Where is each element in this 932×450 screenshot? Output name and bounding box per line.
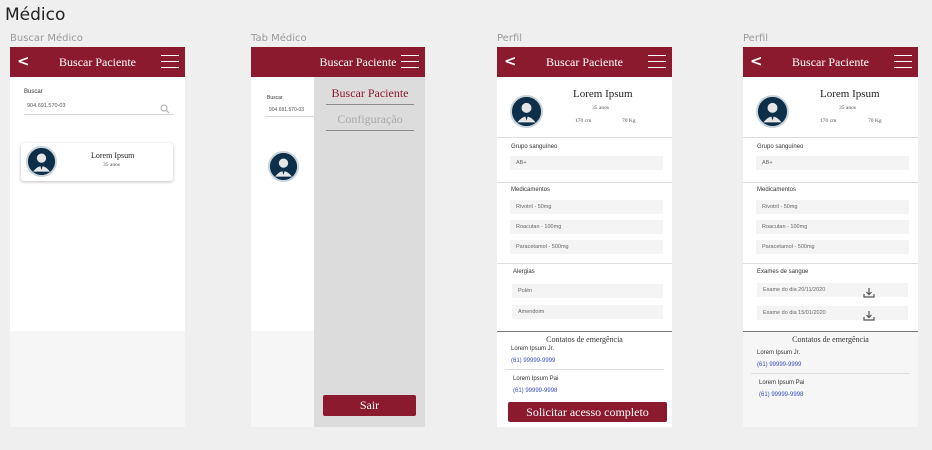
user-avatar-icon [26,146,57,177]
screen-background [10,331,185,427]
drawer-item-configuracao[interactable]: Configuração [326,112,414,131]
patient-weight: 70 Kg [622,118,636,124]
user-avatar-icon [756,95,789,128]
patient-weight: 70 Kg [868,118,882,124]
divider [505,369,664,370]
app-bar: < Buscar Paciente [497,47,672,77]
screen-perfil-paciente: < Buscar Paciente Lorem Ipsum 35 anos 17… [497,47,672,427]
app-bar-title: Buscar Paciente [546,55,623,69]
patient-age: 35 anos [103,162,120,168]
medication-item: Rivotril - 50mg [510,200,663,214]
medications-label: Medicamentos [511,187,551,193]
emergency-contacts-title: Contatos de emergência [792,335,869,344]
blood-group-value: AB+ [510,156,663,170]
app-bar-title: Buscar Paciente [59,55,136,69]
medication-item: Paracetamol - 500mg [756,240,909,254]
divider [497,263,672,264]
patient-height: 170 cm [820,118,837,124]
blood-exams-label: Exames de sangue [757,269,809,275]
app-bar: Buscar Paciente [251,47,425,77]
blood-group-value: AB+ [756,156,909,170]
frame-label-perfil: Perfil [497,33,523,44]
emergency-contact-name: Lorem Ipsum Jr. [757,350,801,356]
download-icon[interactable] [863,308,875,321]
divider [743,263,918,264]
patient-age: 35 anos [839,105,856,111]
search-input-value: 904.691.570-03 [269,107,305,113]
blood-exam-item[interactable]: Exame do dia 20/11/2020 [757,283,908,297]
allergy-item: Polén [512,284,663,298]
emergency-contact-phone[interactable]: (61) 99999-9998 [513,388,557,394]
exit-button[interactable]: Sair [323,395,416,416]
emergency-contact-phone[interactable]: (61) 99999-9999 [757,362,801,368]
patient-age: 35 anos [592,105,609,111]
screen-buscar-medico: < Buscar Paciente Buscar 904.691.570-03 … [10,47,185,427]
emergency-contact-name: Lorem Ipsum Pai [759,380,805,386]
request-full-access-button[interactable]: Solicitar acesso completo [508,402,667,422]
search-input-value: 904.691.570-03 [27,103,66,109]
medication-item: Paracetamol - 500mg [510,240,663,254]
divider [751,373,910,374]
hamburger-menu-icon[interactable] [894,55,912,68]
emergency-contact-phone[interactable]: (61) 99999-9999 [511,358,555,364]
patient-height: 170 cm [575,118,592,124]
hamburger-menu-icon[interactable] [161,55,179,68]
emergency-contact-name: Lorem Ipsum Jr. [511,346,555,352]
search-icon[interactable] [160,101,170,114]
medications-label: Medicamentos [757,187,797,193]
divider [497,137,672,138]
allergy-item: Amendoim [512,305,663,319]
medication-item: Roacutan - 100mg [756,220,909,234]
drawer-item-buscar-paciente[interactable]: Buscar Paciente [326,86,414,105]
emergency-contacts-title: Contatos de emergência [546,335,623,344]
frame-label-buscar-medico: Buscar Médico [10,33,83,44]
patient-name: Lorem Ipsum [820,88,880,100]
blood-group-label: Grupo sanguíneo [511,144,558,150]
screen-tab-medico: Buscar Paciente Buscar 904.691.570-03 Bu… [251,47,425,427]
app-bar: < Buscar Paciente [743,47,918,77]
search-input[interactable]: 904.691.570-03 [24,99,174,115]
divider [497,331,672,332]
emergency-contact-phone[interactable]: (61) 99999-9998 [759,392,803,398]
patient-name: Lorem Ipsum [573,88,633,100]
allergies-label: Alergias [513,269,535,275]
user-avatar-icon [268,151,299,182]
user-avatar-icon [510,95,543,128]
patient-name: Lorem Ipsum [91,151,135,160]
blood-exam-item[interactable]: Exame do dia 15/01/2020 [757,306,908,320]
frame-label-tab-medico: Tab Médico [251,33,307,44]
medication-item: Roacutan - 100mg [510,220,663,234]
app-bar: < Buscar Paciente [10,47,185,77]
screen-perfil-exames: < Buscar Paciente Lorem Ipsum 35 anos 17… [743,47,918,427]
divider [743,182,918,183]
divider [743,331,918,332]
emergency-contact-name: Lorem Ipsum Pai [513,376,559,382]
search-label: Buscar [267,95,283,101]
side-drawer: Buscar Paciente Configuração Sair [314,77,425,427]
page-title: Médico [5,5,66,25]
screen-background [743,331,918,427]
blood-group-label: Grupo sanguíneo [757,144,804,150]
hamburger-menu-icon[interactable] [401,55,419,68]
frame-label-perfil: Perfil [743,33,769,44]
divider [497,182,672,183]
app-bar-title: Buscar Paciente [792,55,869,69]
divider [743,137,918,138]
hamburger-menu-icon[interactable] [648,55,666,68]
download-icon[interactable] [863,285,875,298]
patient-result-card[interactable]: Lorem Ipsum 35 anos [21,143,173,181]
search-label: Buscar [24,89,43,95]
medication-item: Rivotril - 50mg [756,200,909,214]
